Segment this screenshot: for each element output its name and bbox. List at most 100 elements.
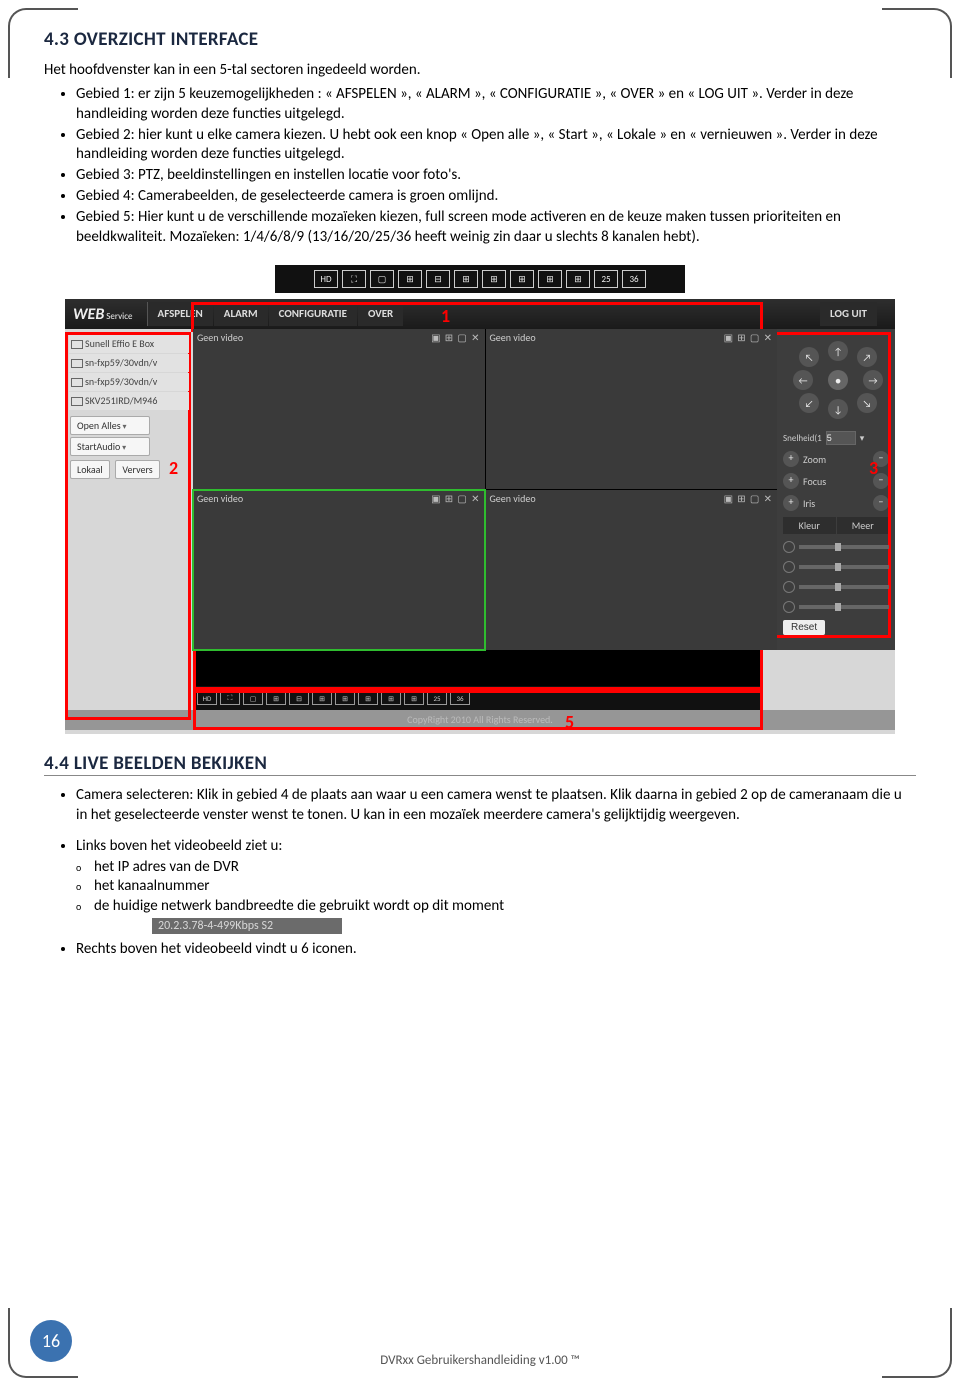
camera-item[interactable]: Sunell Effio E Box	[69, 335, 189, 353]
contrast-slider[interactable]	[799, 565, 889, 569]
video-cell-3-selected[interactable]: Geen video ▣ ⊞ ▢ ✕	[193, 490, 485, 650]
focus-in-button[interactable]: +	[783, 473, 799, 489]
brightness-slider[interactable]	[799, 545, 889, 549]
bullet-5: Gebied 5: Hier kunt u de verschillende m…	[76, 208, 916, 248]
hue-icon	[783, 601, 795, 613]
bb-13-icon[interactable]: ⊞	[358, 691, 378, 705]
ptz-reset-button[interactable]: Reset	[783, 620, 825, 635]
section-44-bullets: Camera selecteren: Klik in gebied 4 de p…	[76, 786, 916, 826]
ptz-se-button[interactable]: ↘	[857, 393, 877, 413]
ptz-tab-meer[interactable]: Meer	[837, 517, 890, 534]
section-44-title: 4.4 LIVE BEELDEN BEKIJKEN	[44, 752, 916, 776]
toolbar-36-icon[interactable]: 36	[622, 270, 646, 288]
bb-36-icon[interactable]: 36	[450, 691, 470, 705]
toolbar-9-icon[interactable]: ⊞	[482, 270, 506, 288]
hue-slider[interactable]	[799, 605, 889, 609]
start-audio-button[interactable]: StartAudio	[70, 437, 150, 456]
ptz-ne-button[interactable]: ↗	[857, 347, 877, 367]
ptz-speed-input[interactable]	[826, 431, 856, 445]
cell-label: Geen video	[490, 331, 536, 344]
ptz-left-button[interactable]: ←	[793, 370, 813, 390]
ptz-nw-button[interactable]: ↖	[799, 347, 819, 367]
video-cell-2[interactable]: Geen video ▣ ⊞ ▢ ✕	[486, 329, 778, 489]
toolbar-25-icon[interactable]: 25	[594, 270, 618, 288]
camera-sidebar: Sunell Effio E Box sn-fxp59/30vdn/v sn-f…	[65, 329, 193, 650]
cell-toolbar-icons[interactable]: ▣ ⊞ ▢ ✕	[724, 492, 773, 505]
bullet-2: Gebied 2: hier kunt u elke camera kiezen…	[76, 126, 916, 166]
toolbar-4-icon[interactable]: ⊞	[398, 270, 422, 288]
cell-label: Geen video	[197, 492, 243, 505]
toolbar-6-icon[interactable]: ⊟	[426, 270, 450, 288]
toolbar-hd-icon[interactable]: HD	[314, 270, 338, 288]
toolbar-1-icon[interactable]: ▢	[370, 270, 394, 288]
ptz-panel: ↖ ↑ ↗ ← ● → ↙ ↓ ↘ Snelheid(1 ▾ + Zoom −	[777, 329, 895, 650]
cell-toolbar-icons[interactable]: ▣ ⊞ ▢ ✕	[724, 331, 773, 344]
bullet-3: Gebied 3: PTZ, beeldinstellingen en inst…	[76, 166, 916, 186]
bb-8-icon[interactable]: ⊞	[312, 691, 332, 705]
s44-sub-2: het kanaalnummer	[76, 877, 916, 897]
open-alles-button[interactable]: Open Alles	[70, 416, 150, 435]
s44-sub-1: het IP adres van de DVR	[76, 858, 916, 878]
contrast-icon	[783, 561, 795, 573]
menu-configuratie[interactable]: CONFIGURATIE	[269, 302, 357, 326]
ptz-tab-kleur[interactable]: Kleur	[783, 517, 836, 534]
ptz-sw-button[interactable]: ↙	[799, 393, 819, 413]
ptz-up-button[interactable]: ↑	[828, 341, 848, 361]
ptz-speed-dropdown-icon[interactable]: ▾	[860, 433, 865, 444]
menubar: AFSPELEN ALARM CONFIGURATIE OVER LOG UIT	[147, 302, 895, 326]
camera-item[interactable]: sn-fxp59/30vdn/v	[69, 354, 189, 372]
saturation-icon	[783, 581, 795, 593]
toolbar-8-icon[interactable]: ⊞	[454, 270, 478, 288]
cell-label: Geen video	[490, 492, 536, 505]
menu-afspelen[interactable]: AFSPELEN	[147, 302, 213, 326]
bb-9-icon[interactable]: ⊞	[335, 691, 355, 705]
cell-label: Geen video	[197, 331, 243, 344]
bandwidth-chip: 20.2.3.78-4-499Kbps S2	[152, 918, 342, 934]
menu-alarm[interactable]: ALARM	[214, 302, 268, 326]
camera-item[interactable]: SKV251IRD/M946	[69, 392, 189, 410]
lokaal-button[interactable]: Lokaal	[70, 460, 110, 479]
toolbar-13-icon[interactable]: ⊞	[510, 270, 534, 288]
cell-toolbar-icons[interactable]: ▣ ⊞ ▢ ✕	[431, 492, 480, 505]
toolbar-16-icon[interactable]: ⊞	[538, 270, 562, 288]
camera-item[interactable]: sn-fxp59/30vdn/v	[69, 373, 189, 391]
focus-out-button[interactable]: −	[873, 473, 889, 489]
video-cell-1[interactable]: Geen video ▣ ⊞ ▢ ✕	[193, 329, 485, 489]
ptz-down-button[interactable]: ↓	[828, 399, 848, 419]
menu-loguit[interactable]: LOG UIT	[820, 302, 877, 326]
zoom-out-button[interactable]: −	[873, 451, 889, 467]
bb-1-icon[interactable]: ▢	[243, 691, 263, 705]
menu-over[interactable]: OVER	[358, 302, 403, 326]
bb-fullscreen-icon[interactable]: ⛶	[220, 691, 240, 705]
zoom-in-button[interactable]: +	[783, 451, 799, 467]
iris-label: Iris	[803, 497, 869, 510]
s44-sub-3: de huidige netwerk bandbreedte die gebru…	[76, 897, 916, 917]
video-cell-4[interactable]: Geen video ▣ ⊞ ▢ ✕	[486, 490, 778, 650]
iris-open-button[interactable]: +	[783, 495, 799, 511]
cell-toolbar-icons[interactable]: ▣ ⊞ ▢ ✕	[431, 331, 480, 344]
bb-25-icon[interactable]: 25	[427, 691, 447, 705]
toolbar-20-icon[interactable]: ⊞	[566, 270, 590, 288]
bb-6-icon[interactable]: ⊟	[289, 691, 309, 705]
s44-bullet-2: Links boven het videobeeld ziet u:	[76, 837, 916, 857]
toolbar-fullscreen-icon[interactable]: ⛶	[342, 270, 366, 288]
ptz-center-button[interactable]: ●	[828, 370, 848, 390]
app-bottom-toolbar: HD ⛶ ▢ ⊞ ⊟ ⊞ ⊞ ⊞ ⊞ ⊞ 25 36	[193, 686, 763, 710]
bb-16-icon[interactable]: ⊞	[381, 691, 401, 705]
iris-close-button[interactable]: −	[873, 495, 889, 511]
ptz-right-button[interactable]: →	[863, 370, 883, 390]
s44-bullet-1: Camera selecteren: Klik in gebied 4 de p…	[76, 786, 916, 826]
bullet-1: Gebied 1: er zijn 5 keuzemogelijkheden :…	[76, 85, 916, 125]
ververs-button[interactable]: Ververs	[115, 460, 159, 479]
brightness-icon	[783, 541, 795, 553]
bb-4-icon[interactable]: ⊞	[266, 691, 286, 705]
zoom-label: Zoom	[803, 453, 869, 466]
section-43-bullets: Gebied 1: er zijn 5 keuzemogelijkheden :…	[76, 85, 916, 247]
saturation-slider[interactable]	[799, 585, 889, 589]
bb-hd-icon[interactable]: HD	[197, 691, 217, 705]
video-grid: Geen video ▣ ⊞ ▢ ✕ Geen video ▣ ⊞ ▢ ✕ Ge…	[193, 329, 777, 650]
bb-20-icon[interactable]: ⊞	[404, 691, 424, 705]
web-service-app: 1 2 3 4 5 WEBService AFSPELEN ALARM CONF…	[65, 299, 895, 734]
section-43-title: 4.3 OVERZICHT INTERFACE	[44, 28, 916, 51]
bullet-4: Gebied 4: Camerabeelden, de geselecteerd…	[76, 187, 916, 207]
